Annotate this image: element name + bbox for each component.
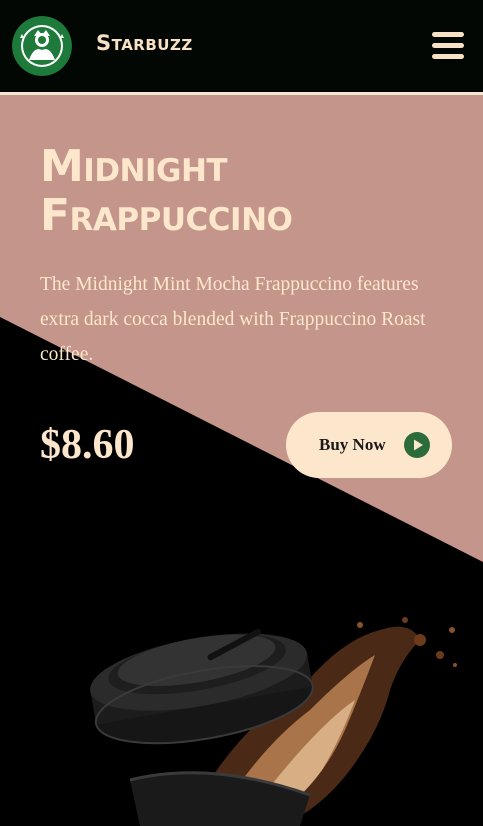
page: Starbuzz Midnight Frappuccino The Midnig… — [0, 0, 483, 826]
coffee-cup-splash-image — [90, 617, 457, 826]
top-nav-bar: Starbuzz — [0, 0, 483, 95]
product-price: $8.60 — [40, 422, 135, 468]
play-circle-icon — [404, 432, 430, 458]
brand-name[interactable]: Starbuzz — [96, 31, 193, 55]
buy-now-button[interactable]: Buy Now — [286, 412, 452, 478]
product-description: The Midnight Mint Mocha Frappuccino feat… — [40, 274, 426, 365]
title-line-2: Frappuccino — [40, 190, 293, 241]
hamburger-menu-icon[interactable] — [430, 30, 466, 62]
product-title: Midnight Frappuccino — [40, 142, 460, 240]
menu-bar — [432, 54, 464, 59]
menu-bar — [432, 43, 464, 48]
title-line-1: Midnight — [40, 141, 228, 192]
menu-bar — [432, 32, 464, 37]
buy-now-label: Buy Now — [319, 435, 386, 454]
siren-logo-icon[interactable] — [12, 16, 72, 76]
